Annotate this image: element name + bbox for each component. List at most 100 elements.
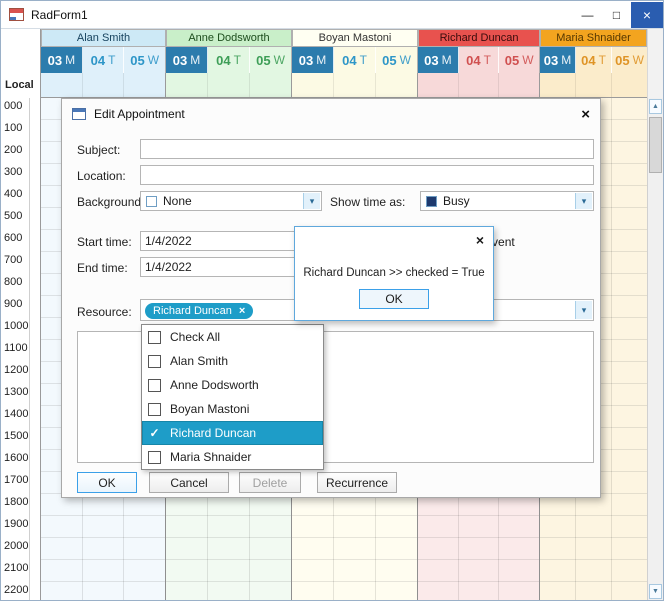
dropdown-item[interactable]: Anne Dodsworth xyxy=(142,373,323,397)
item-checkbox[interactable] xyxy=(148,450,161,464)
allday-cell[interactable] xyxy=(458,73,500,97)
day-header-cell[interactable]: 03 M xyxy=(418,47,459,73)
grid-day-column[interactable] xyxy=(612,98,647,600)
dropdown-item[interactable]: Alan Smith xyxy=(142,349,323,373)
check-icon[interactable]: ✓ xyxy=(148,426,161,440)
allday-cell[interactable] xyxy=(576,73,612,97)
resource-header[interactable]: Boyan Mastoni xyxy=(292,29,418,47)
dialog-titlebar: Edit Appointment × xyxy=(62,99,600,129)
resource-token[interactable]: Richard Duncan × xyxy=(145,303,254,319)
dropdown-item[interactable]: Boyan Mastoni xyxy=(142,397,323,421)
time-label: 1600 xyxy=(4,452,29,464)
allday-cell[interactable] xyxy=(292,73,334,97)
day-number: 04 xyxy=(581,52,596,68)
recurrence-button[interactable]: Recurrence xyxy=(317,472,397,493)
day-header-cell[interactable]: 05 W xyxy=(250,47,291,73)
resource-day-group: 03 M 04 T 05 W xyxy=(418,47,540,73)
scrollbar-top-filler xyxy=(647,29,663,98)
maximize-icon: □ xyxy=(612,7,621,22)
delete-button[interactable]: Delete xyxy=(239,472,301,493)
item-checkbox[interactable] xyxy=(148,378,161,392)
scroll-down-icon: ▼ xyxy=(652,588,659,595)
dropdown-item[interactable]: Check All xyxy=(142,325,323,349)
time-label: 600 xyxy=(4,232,23,244)
item-checkbox[interactable] xyxy=(148,402,161,416)
dropdown-item[interactable]: Maria Shnaider xyxy=(142,445,323,469)
day-header-cell[interactable]: 05 W xyxy=(499,47,539,73)
day-header-cell[interactable]: 03 M xyxy=(166,47,208,73)
day-of-week: M xyxy=(190,53,201,67)
maximize-button[interactable]: □ xyxy=(602,2,631,28)
allday-row xyxy=(41,73,647,98)
dialog-close-icon[interactable]: × xyxy=(581,107,590,122)
scroll-thumb[interactable] xyxy=(649,117,662,173)
day-header-cell[interactable]: 05 W xyxy=(612,47,647,73)
allday-cell[interactable] xyxy=(41,73,83,97)
time-label: 1500 xyxy=(4,430,29,442)
allday-cell[interactable] xyxy=(612,73,647,97)
resource-header[interactable]: Richard Duncan xyxy=(418,29,540,47)
dropdown-item-label: Maria Shnaider xyxy=(170,450,252,464)
day-header-cell[interactable]: 05 W xyxy=(124,47,165,73)
dropdown-item-label: Check All xyxy=(170,330,221,344)
cancel-button[interactable]: Cancel xyxy=(149,472,229,493)
allday-group xyxy=(418,73,540,97)
day-number: 05 xyxy=(382,52,397,68)
time-label: 2200 xyxy=(4,584,29,596)
resource-chevron-down-icon[interactable]: ▾ xyxy=(575,301,592,319)
dropdown-item-label: Richard Duncan xyxy=(170,426,257,440)
day-header-cell[interactable]: 04 T xyxy=(576,47,612,73)
dialog-icon xyxy=(72,108,86,120)
day-number: 03 xyxy=(47,52,63,68)
day-header-cell[interactable]: 04 T xyxy=(334,47,376,73)
scroll-up-button[interactable]: ▲ xyxy=(649,99,662,114)
item-checkbox[interactable] xyxy=(148,330,161,344)
location-input[interactable] xyxy=(140,165,594,185)
day-header-cell[interactable]: 04 T xyxy=(82,47,125,73)
resource-header[interactable]: Alan Smith xyxy=(41,29,166,47)
allday-cell[interactable] xyxy=(208,73,250,97)
background-chevron-down-icon[interactable]: ▾ xyxy=(303,193,320,209)
resource-header[interactable]: Maria Shnaider xyxy=(540,29,647,47)
allday-cell[interactable] xyxy=(540,73,576,97)
allday-cell[interactable] xyxy=(418,73,459,97)
allday-cell[interactable] xyxy=(376,73,417,97)
day-header-cell[interactable]: 04 T xyxy=(208,47,250,73)
allday-cell[interactable] xyxy=(82,73,125,97)
popup-ok-button[interactable]: OK xyxy=(359,289,429,309)
allday-cell[interactable] xyxy=(334,73,376,97)
time-label: 500 xyxy=(4,210,23,222)
show-time-chevron-down-icon[interactable]: ▾ xyxy=(575,193,592,209)
day-header-cell[interactable]: 04 T xyxy=(458,47,500,73)
background-dropdown[interactable]: None ▾ xyxy=(140,191,322,211)
day-number: 04 xyxy=(342,52,357,68)
allday-cell[interactable] xyxy=(250,73,291,97)
resource-dropdown-list: Check All Alan Smith Anne Dodsworth Boyan M… xyxy=(141,324,324,470)
time-label: 200 xyxy=(4,144,23,156)
ok-button[interactable]: OK xyxy=(77,472,137,493)
scroll-up-icon: ▲ xyxy=(652,103,659,110)
dropdown-item[interactable]: ✓ Richard Duncan xyxy=(142,421,323,445)
resource-header[interactable]: Anne Dodsworth xyxy=(166,29,292,47)
popup-close-icon[interactable]: × xyxy=(476,233,484,247)
subject-input[interactable] xyxy=(140,139,594,159)
token-remove-icon[interactable]: × xyxy=(239,305,245,317)
day-of-week: M xyxy=(561,53,572,67)
day-header-cell[interactable]: 03 M xyxy=(292,47,334,73)
day-header-cell[interactable]: 03 M xyxy=(540,47,576,73)
vertical-scrollbar[interactable]: ▲ ▼ xyxy=(647,98,663,600)
item-checkbox[interactable] xyxy=(148,354,161,368)
show-time-dropdown[interactable]: Busy ▾ xyxy=(420,191,594,211)
close-button[interactable]: × xyxy=(631,1,663,28)
minimize-icon: — xyxy=(581,7,594,22)
time-label: 100 xyxy=(4,122,23,134)
scroll-down-button[interactable]: ▼ xyxy=(649,584,662,599)
allday-cell[interactable] xyxy=(499,73,540,97)
allday-cell[interactable] xyxy=(124,73,166,97)
dropdown-item-label: Anne Dodsworth xyxy=(170,378,259,392)
chevron-glyph: ▾ xyxy=(309,195,315,206)
minimize-button[interactable]: — xyxy=(573,2,602,28)
allday-cell[interactable] xyxy=(166,73,208,97)
day-header-cell[interactable]: 03 M xyxy=(41,47,83,73)
day-header-cell[interactable]: 05 W xyxy=(376,47,417,73)
